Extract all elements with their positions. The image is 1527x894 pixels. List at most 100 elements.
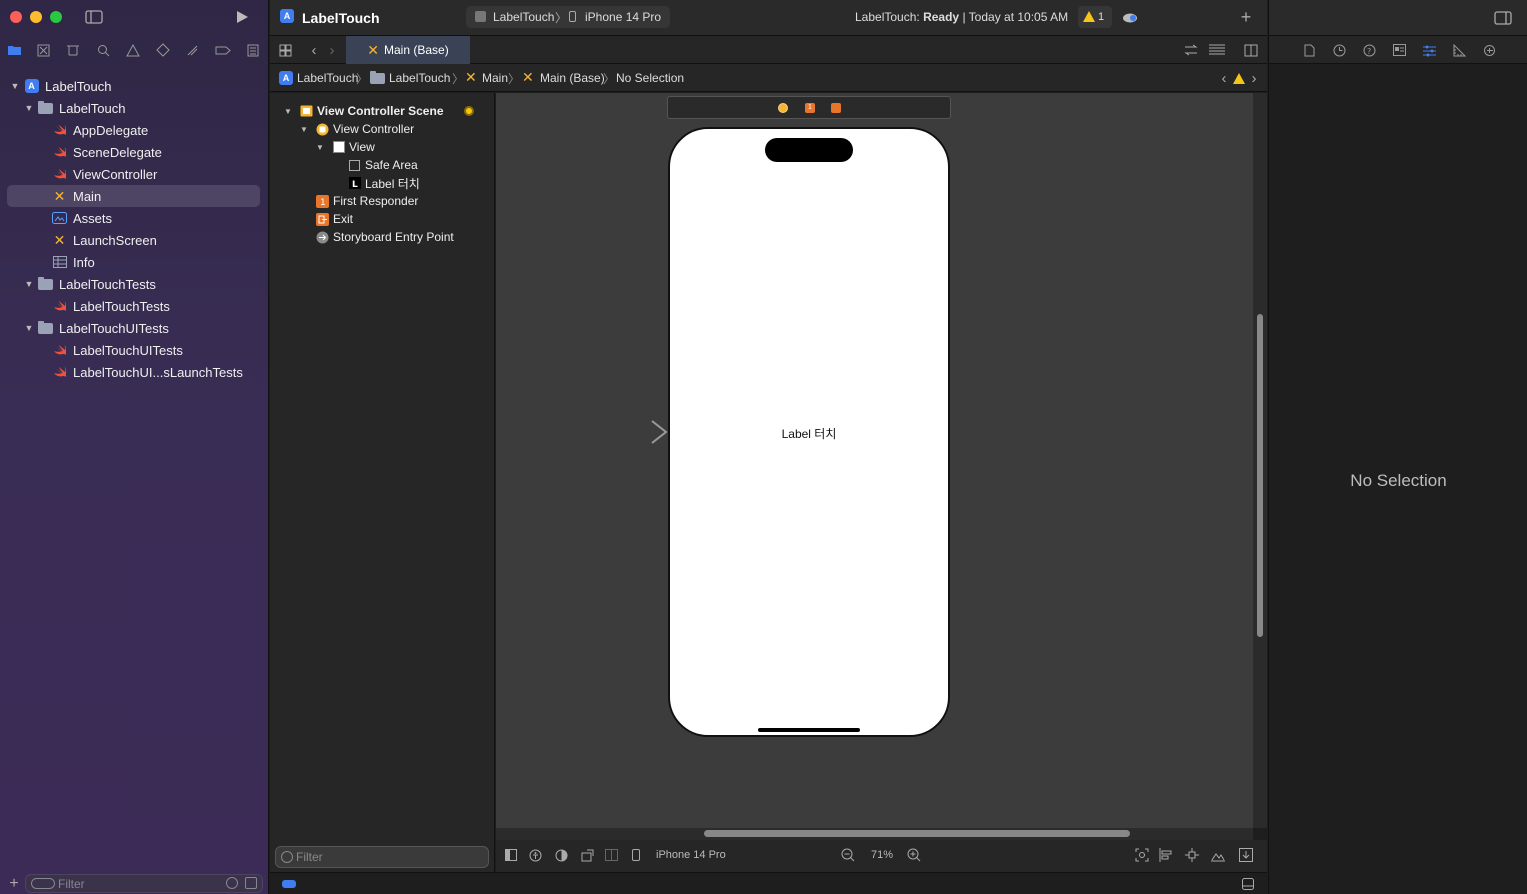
disclosure-chevron-icon[interactable]: ▼ [24,279,34,289]
connections-inspector-icon[interactable] [1481,42,1497,58]
disclosure-chevron-icon[interactable]: ▼ [24,103,34,113]
scheme-selector[interactable]: LabelTouch 〉 iPhone 14 Pro [466,6,670,28]
navigator-filter-input[interactable]: Filter [25,874,263,893]
sidebar-item-assets[interactable]: Assets [0,207,269,229]
scene-dock[interactable]: 1 [667,96,951,119]
outline-item-view[interactable]: ▼ View [270,138,495,156]
test-navigator-icon[interactable] [153,40,173,60]
sidebar-item-launchscreen[interactable]: ✕ LaunchScreen [0,229,269,251]
disclosure-chevron-icon[interactable]: ▼ [10,81,20,91]
device-config-label[interactable]: iPhone 14 Pro [656,849,726,861]
zoom-in-icon[interactable] [906,847,922,863]
attributes-inspector-icon[interactable] [1421,42,1437,58]
disclosure-chevron-icon[interactable]: ▼ [284,107,292,116]
close-window-button[interactable] [10,11,22,23]
recent-files-icon[interactable] [226,877,238,889]
size-inspector-icon[interactable] [1451,42,1467,58]
debug-area-toggle-icon[interactable] [1241,877,1255,891]
align-icon[interactable] [1158,847,1174,863]
sidebar-item-viewcontroller[interactable]: ViewController [0,163,269,185]
issue-navigator-icon[interactable] [123,40,143,60]
find-navigator-icon[interactable] [93,40,113,60]
breadcrumb-localization[interactable]: Main (Base) [540,71,605,85]
sidebar-item-scenedelegate[interactable]: SceneDelegate [0,141,269,163]
back-icon[interactable]: ‹ [306,41,322,59]
disclosure-chevron-icon[interactable]: ▼ [316,143,324,152]
exit-dock-icon[interactable] [831,103,841,113]
sidebar-item-main[interactable]: ✕ Main [7,185,260,207]
editor-options-icon[interactable] [1208,41,1226,59]
previous-issue-icon[interactable]: ‹ [1218,70,1230,87]
tab-main-base[interactable]: ✕ Main (Base) [346,36,470,64]
iphone-device-icon[interactable] [630,848,642,862]
related-items-icon[interactable] [276,41,294,59]
add-file-button[interactable]: + [6,875,22,892]
outline-item-first-responder[interactable]: 1 First Responder [270,192,495,210]
breakpoint-navigator-icon[interactable] [213,40,233,60]
run-button[interactable] [232,8,252,26]
resolve-autolayout-icon[interactable] [1210,847,1226,863]
orientation-icon[interactable] [580,848,594,862]
source-control-navigator-icon[interactable] [33,40,53,60]
outline-item-safe-area[interactable]: Safe Area [270,156,495,174]
minimize-window-button[interactable] [30,11,42,23]
project-navigator-icon[interactable] [4,40,24,60]
sidebar-item-appdelegate[interactable]: AppDelegate [0,119,269,141]
report-navigator-icon[interactable] [243,40,263,60]
outline-item-view-controller-scene[interactable]: ▼ View Controller Scene [270,102,495,120]
zoom-out-icon[interactable] [840,847,856,863]
view-controller-dock-icon[interactable] [778,103,788,113]
source-control-filter-icon[interactable] [245,877,257,889]
warning-badge[interactable]: 1 [1078,6,1112,28]
iphone-scene[interactable]: Label 터치 [668,127,950,737]
quick-help-icon[interactable]: ? [1361,42,1377,58]
breadcrumb-group[interactable]: LabelTouch [389,71,450,85]
embed-in-icon[interactable] [1238,847,1254,863]
outline-toggle-icon[interactable] [504,848,518,862]
breadcrumb-file[interactable]: Main [482,71,508,85]
history-inspector-icon[interactable] [1331,42,1347,58]
accessibility-icon[interactable] [528,848,542,862]
sidebar-item-labeltouch[interactable]: ▼ A LabelTouch [0,75,269,97]
canvas-label[interactable]: Label 터치 [670,425,948,442]
entry-point-arrow[interactable] [596,419,668,445]
zoom-window-button[interactable] [50,11,62,23]
update-frames-icon[interactable] [1134,847,1150,863]
outline-item-exit[interactable]: Exit [270,210,495,228]
vertical-scroll-thumb[interactable] [1257,314,1263,637]
sidebar-item-labeltouchui-slaunchtests[interactable]: LabelTouchUI...sLaunchTests [0,361,269,383]
inspector-toggle-icon[interactable] [1493,9,1513,27]
sidebar-item-labeltouch[interactable]: ▼ LabelTouch [0,97,269,119]
add-editor-icon[interactable] [1242,41,1260,59]
outline-item-label[interactable]: L Label 터치 [270,174,495,192]
add-constraints-icon[interactable] [1184,847,1200,863]
horizontal-scrollbar[interactable] [496,828,1253,840]
sidebar-item-info[interactable]: Info [0,251,269,273]
forward-icon[interactable]: › [324,41,340,59]
debug-navigator-icon[interactable] [183,40,203,60]
horizontal-scroll-thumb[interactable] [704,830,1130,837]
disclosure-chevron-icon[interactable]: ▼ [300,125,308,134]
warning-icon[interactable] [1232,71,1246,85]
appearance-icon[interactable] [554,848,568,862]
outline-filter-input[interactable]: Filter [275,846,489,868]
identity-inspector-icon[interactable] [1391,42,1407,58]
first-responder-dock-icon[interactable]: 1 [805,103,815,113]
outline-item-storyboard-entry-point[interactable]: Storyboard Entry Point [270,228,495,246]
layout-icon[interactable] [604,848,618,862]
outline-item-view-controller[interactable]: ▼ View Controller [270,120,495,138]
sidebar-item-labeltouchtests[interactable]: LabelTouchTests [0,295,269,317]
debug-area-indicator[interactable] [282,880,296,888]
sidebar-item-labeltouchtests[interactable]: ▼ LabelTouchTests [0,273,269,295]
swap-icon[interactable] [1182,41,1200,59]
disclosure-chevron-icon[interactable]: ▼ [24,323,34,333]
sidebar-toggle-icon[interactable] [84,8,104,26]
cloud-icon[interactable] [1120,9,1140,25]
add-library-button[interactable]: + [1236,7,1256,27]
sidebar-item-labeltouchuitests[interactable]: ▼ LabelTouchUITests [0,317,269,339]
sidebar-item-labeltouchuitests[interactable]: LabelTouchUITests [0,339,269,361]
breadcrumb-project[interactable]: LabelTouch [297,71,358,85]
file-inspector-icon[interactable] [1301,42,1317,58]
zoom-level[interactable]: 71% [871,849,893,861]
symbol-navigator-icon[interactable] [63,40,83,60]
